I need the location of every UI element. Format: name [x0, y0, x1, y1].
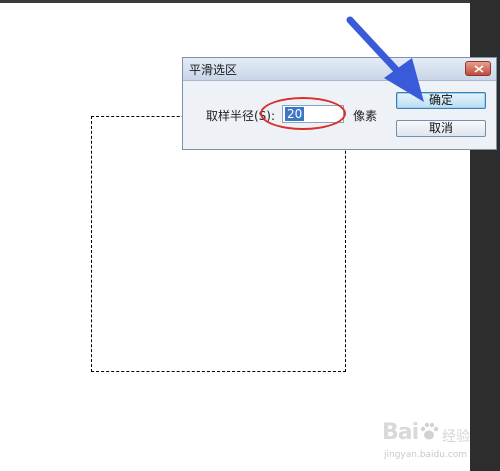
paw-icon — [420, 422, 439, 440]
watermark: Bai 经验 jingyan.baidu.com — [382, 420, 482, 468]
marquee-selection — [91, 116, 346, 372]
pointer-arrow-icon — [346, 16, 424, 102]
dialog-title: 平滑选区 — [189, 63, 238, 77]
close-button[interactable] — [465, 61, 491, 76]
watermark-domain: jingyan.baidu.com — [384, 450, 468, 460]
close-icon — [474, 65, 484, 73]
watermark-brand: Bai — [382, 420, 419, 445]
cancel-button[interactable]: 取消 — [396, 120, 486, 137]
unit-label: 像素 — [353, 109, 378, 123]
watermark-suffix: 经验 — [442, 429, 470, 445]
highlight-circle — [260, 97, 346, 130]
